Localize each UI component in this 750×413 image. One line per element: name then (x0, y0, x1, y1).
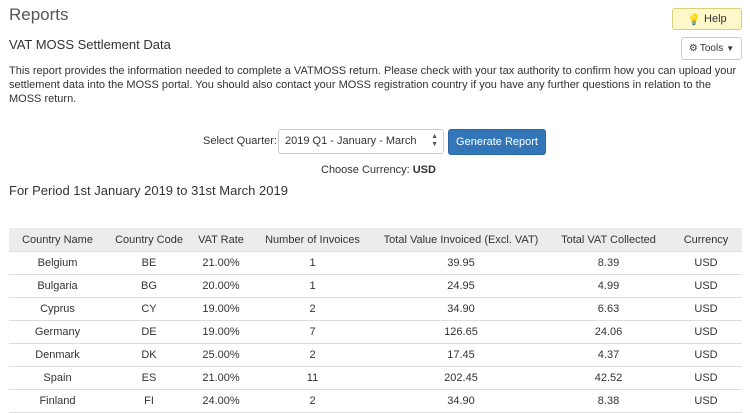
vat-rate-cell: 24.00% (192, 389, 250, 413)
table-row: Belgium BE 21.00% 1 39.95 8.39 USD (9, 251, 742, 275)
table-row: Bulgaria BG 20.00% 1 24.95 4.99 USD (9, 274, 742, 298)
country-name-cell: Denmark (9, 343, 106, 367)
vat-rate-cell: 20.00% (192, 274, 250, 298)
country-name-cell: Bulgaria (9, 274, 106, 298)
country-name-cell: Cyprus (9, 297, 106, 321)
column-header-number-of-invoices: Number of Invoices (250, 228, 375, 252)
caret-down-icon: ▼ (726, 44, 735, 53)
table-row: Spain ES 21.00% 11 202.45 42.52 USD (9, 366, 742, 390)
tools-dropdown-button[interactable]: ⚙ Tools ▼ (681, 37, 742, 60)
country-code-cell: CY (106, 297, 192, 321)
total-vat-cell: 42.52 (547, 366, 670, 390)
total-vat-cell: 4.99 (547, 274, 670, 298)
country-code-cell: ES (106, 366, 192, 390)
column-header-currency: Currency (670, 228, 742, 252)
quarter-select[interactable]: 2019 Q1 - January - March ▲ ▼ (278, 129, 444, 154)
column-header-country-name: Country Name (9, 228, 106, 252)
currency-cell: USD (670, 389, 742, 413)
table-row: Cyprus CY 19.00% 2 34.90 6.63 USD (9, 297, 742, 321)
total-value-cell: 126.65 (375, 320, 547, 344)
currency-cell: USD (670, 251, 742, 275)
column-header-vat-rate: VAT Rate (192, 228, 250, 252)
table-row: Denmark DK 25.00% 2 17.45 4.37 USD (9, 343, 742, 367)
total-vat-cell: 8.38 (547, 389, 670, 413)
quarter-select-value: 2019 Q1 - January - March (285, 135, 417, 147)
country-name-cell: Germany (9, 320, 106, 344)
invoice-count-cell: 11 (250, 366, 375, 390)
tools-button-label: Tools (699, 43, 724, 54)
vat-rate-cell: 21.00% (192, 366, 250, 390)
help-button-label: Help (704, 13, 727, 25)
cogs-icon: ⚙ (688, 43, 698, 54)
total-value-cell: 39.95 (375, 251, 547, 275)
total-value-cell: 34.90 (375, 297, 547, 321)
invoice-count-cell: 2 (250, 297, 375, 321)
report-subtitle: VAT MOSS Settlement Data (9, 37, 171, 52)
page-title: Reports (9, 5, 69, 24)
vat-rate-cell: 25.00% (192, 343, 250, 367)
column-header-country-code: Country Code (106, 228, 192, 252)
country-name-cell: Belgium (9, 251, 106, 275)
invoice-count-cell: 1 (250, 251, 375, 275)
invoice-count-cell: 2 (250, 389, 375, 413)
quarter-label: Select Quarter: (203, 135, 277, 147)
lightbulb-icon: 💡 (687, 13, 702, 26)
total-vat-cell: 24.06 (547, 320, 670, 344)
invoice-count-cell: 2 (250, 343, 375, 367)
total-value-cell: 202.45 (375, 366, 547, 390)
period-title: For Period 1st January 2019 to 31st Marc… (9, 183, 288, 198)
currency-label: Choose Currency: (321, 164, 410, 176)
table-row: Finland FI 24.00% 2 34.90 8.38 USD (9, 389, 742, 413)
table-header-row: Country Name Country Code VAT Rate Numbe… (9, 228, 742, 252)
country-code-cell: DE (106, 320, 192, 344)
currency-chooser: Choose Currency: USD (321, 164, 436, 176)
help-button[interactable]: 💡 Help (672, 8, 742, 30)
generate-report-button[interactable]: Generate Report (448, 129, 546, 155)
table-row: Germany DE 19.00% 7 126.65 24.06 USD (9, 320, 742, 344)
report-description: This report provides the information nee… (9, 65, 737, 105)
invoice-count-cell: 7 (250, 320, 375, 344)
column-header-total-vat: Total VAT Collected (547, 228, 670, 252)
country-name-cell: Finland (9, 389, 106, 413)
currency-cell: USD (670, 366, 742, 390)
invoice-count-cell: 1 (250, 274, 375, 298)
select-arrows-icon: ▲ ▼ (431, 133, 438, 148)
currency-cell: USD (670, 274, 742, 298)
country-name-cell: Spain (9, 366, 106, 390)
country-code-cell: FI (106, 389, 192, 413)
vat-rate-cell: 21.00% (192, 251, 250, 275)
settlement-table: Country Name Country Code VAT Rate Numbe… (9, 228, 742, 413)
currency-value[interactable]: USD (413, 164, 436, 176)
country-code-cell: DK (106, 343, 192, 367)
total-vat-cell: 6.63 (547, 297, 670, 321)
column-header-total-value: Total Value Invoiced (Excl. VAT) (375, 228, 547, 252)
total-value-cell: 24.95 (375, 274, 547, 298)
currency-cell: USD (670, 343, 742, 367)
total-vat-cell: 8.39 (547, 251, 670, 275)
vat-rate-cell: 19.00% (192, 297, 250, 321)
country-code-cell: BG (106, 274, 192, 298)
total-value-cell: 34.90 (375, 389, 547, 413)
total-vat-cell: 4.37 (547, 343, 670, 367)
total-value-cell: 17.45 (375, 343, 547, 367)
currency-cell: USD (670, 297, 742, 321)
quarter-selector-row: Select Quarter: 2019 Q1 - January - Marc… (0, 129, 750, 155)
vat-rate-cell: 19.00% (192, 320, 250, 344)
country-code-cell: BE (106, 251, 192, 275)
currency-cell: USD (670, 320, 742, 344)
